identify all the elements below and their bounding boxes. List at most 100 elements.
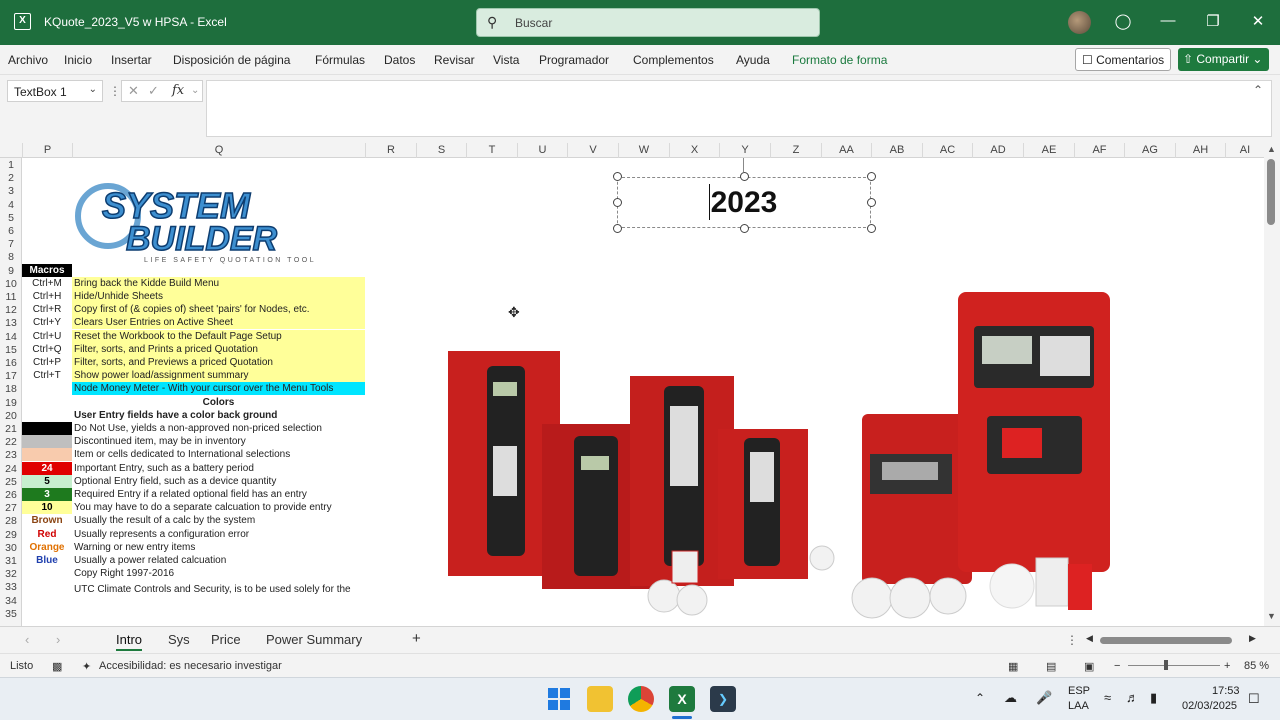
vertical-scroll-thumb[interactable] bbox=[1267, 159, 1275, 225]
accessibility-icon[interactable]: ✦ bbox=[82, 660, 91, 673]
column-header[interactable]: U bbox=[517, 143, 567, 158]
enter-icon[interactable]: ✓ bbox=[148, 83, 159, 99]
chevron-up-icon[interactable]: ⌃ bbox=[975, 691, 985, 705]
column-header[interactable]: Y bbox=[719, 143, 770, 158]
user-avatar[interactable] bbox=[1068, 11, 1091, 34]
row-header[interactable]: 32 bbox=[0, 568, 21, 580]
row-header[interactable]: 17 bbox=[0, 370, 21, 382]
macro-shortcut[interactable]: Ctrl+U bbox=[22, 330, 72, 343]
row-header[interactable]: 3 bbox=[0, 185, 21, 197]
color-legend-description[interactable]: Optional Entry field, such as a device q… bbox=[72, 475, 365, 488]
formula-input[interactable]: ⌃ bbox=[206, 80, 1272, 137]
column-header[interactable]: AI bbox=[1225, 143, 1264, 158]
file-explorer-icon[interactable] bbox=[587, 686, 613, 712]
wifi-icon[interactable]: ≈ bbox=[1104, 690, 1111, 705]
excel-taskbar-icon[interactable]: X bbox=[669, 686, 695, 712]
row-header[interactable]: 35 bbox=[0, 608, 21, 620]
colors-header[interactable]: Colors bbox=[72, 396, 365, 409]
cell-mode-icon[interactable]: ▩ bbox=[52, 660, 62, 673]
row-header[interactable]: 15 bbox=[0, 344, 21, 356]
page-layout-icon[interactable]: ▤ bbox=[1046, 660, 1056, 673]
start-icon[interactable] bbox=[546, 686, 572, 712]
chevron-down-icon[interactable]: ⌄ bbox=[89, 84, 97, 95]
column-header[interactable]: P bbox=[22, 143, 72, 158]
row-header[interactable]: 11 bbox=[0, 291, 21, 303]
color-swatch[interactable] bbox=[22, 435, 72, 449]
color-legend-description[interactable]: Required Entry if a related optional fie… bbox=[72, 488, 365, 501]
row-header[interactable]: 28 bbox=[0, 515, 21, 527]
color-swatch[interactable]: 10 bbox=[22, 501, 72, 515]
resize-handle[interactable] bbox=[740, 172, 749, 181]
color-swatch[interactable]: Brown bbox=[22, 514, 72, 528]
comments-button[interactable]: ☐ Comentarios bbox=[1075, 48, 1171, 71]
column-header[interactable]: AH bbox=[1175, 143, 1225, 158]
column-header[interactable]: R bbox=[365, 143, 416, 158]
select-all-corner[interactable] bbox=[0, 143, 22, 158]
zoom-slider-thumb[interactable] bbox=[1164, 660, 1168, 670]
zoom-in-icon[interactable]: + bbox=[1224, 660, 1230, 672]
column-header[interactable]: AD bbox=[972, 143, 1023, 158]
color-legend-description[interactable]: Discontinued item, may be in inventory bbox=[72, 435, 365, 448]
macro-shortcut[interactable]: Ctrl+R bbox=[22, 303, 72, 316]
row-header[interactable]: 30 bbox=[0, 542, 21, 554]
macro-shortcut[interactable]: Ctrl+Y bbox=[22, 316, 72, 329]
minimize-icon[interactable]: — bbox=[1158, 12, 1178, 29]
row-header[interactable]: 16 bbox=[0, 357, 21, 369]
tab-vista[interactable]: Vista bbox=[493, 53, 519, 67]
column-header[interactable]: S bbox=[416, 143, 466, 158]
row-header[interactable]: 31 bbox=[0, 555, 21, 567]
color-legend-description[interactable]: You may have to do a separate calcuation… bbox=[72, 501, 365, 514]
column-header[interactable]: AF bbox=[1074, 143, 1124, 158]
column-header[interactable]: AC bbox=[922, 143, 972, 158]
volume-icon[interactable]: ♬ bbox=[1126, 690, 1139, 705]
normal-view-icon[interactable]: ▦ bbox=[1008, 660, 1018, 673]
scroll-right-icon[interactable]: ▶ bbox=[1249, 633, 1256, 644]
tab-formulas[interactable]: Fórmulas bbox=[315, 53, 365, 67]
column-header[interactable]: T bbox=[466, 143, 517, 158]
color-legend-description[interactable]: Usually the result of a calc by the syst… bbox=[72, 514, 365, 527]
horizontal-scroll-thumb[interactable] bbox=[1100, 637, 1232, 644]
scroll-up-icon[interactable]: ▲ bbox=[1267, 144, 1276, 154]
zoom-out-icon[interactable]: − bbox=[1114, 660, 1120, 672]
row-header[interactable]: 20 bbox=[0, 410, 21, 422]
color-legend-description[interactable]: Usually represents a configuration error bbox=[72, 528, 365, 541]
page-break-icon[interactable]: ▣ bbox=[1084, 660, 1094, 673]
row-header[interactable]: 13 bbox=[0, 317, 21, 329]
node-money-meter[interactable]: Node Money Meter - With your cursor over… bbox=[72, 382, 365, 396]
row-header[interactable]: 22 bbox=[0, 436, 21, 448]
fx-icon[interactable]: fx bbox=[172, 83, 184, 98]
row-header[interactable]: 5 bbox=[0, 212, 21, 224]
resize-handle[interactable] bbox=[613, 198, 622, 207]
row-header[interactable]: 29 bbox=[0, 529, 21, 541]
battery-icon[interactable]: ▮ bbox=[1150, 690, 1157, 706]
color-swatch[interactable] bbox=[22, 422, 72, 435]
color-legend-description[interactable]: Do Not Use, yields a non-approved non-pr… bbox=[72, 422, 365, 435]
color-swatch[interactable]: Red bbox=[22, 527, 72, 541]
macro-shortcut[interactable]: Ctrl+M bbox=[22, 277, 72, 290]
row-header[interactable]: 18 bbox=[0, 383, 21, 395]
tab-sys[interactable]: Sys bbox=[168, 632, 190, 647]
tab-complementos[interactable]: Complementos bbox=[633, 53, 714, 67]
row-header[interactable]: 10 bbox=[0, 278, 21, 290]
row-header[interactable]: 1 bbox=[0, 159, 21, 171]
prev-sheet-icon[interactable]: ‹ bbox=[25, 632, 29, 647]
row-header[interactable]: 34 bbox=[0, 595, 21, 607]
row-header[interactable]: 8 bbox=[0, 251, 21, 263]
color-swatch[interactable]: Orange bbox=[22, 540, 72, 554]
column-header[interactable]: AG bbox=[1124, 143, 1175, 158]
clock-date[interactable]: 02/03/2025 bbox=[1182, 700, 1237, 712]
worksheet-grid[interactable]: SYSTEM BUILDER LIFE SAFETY QUOTATION TOO… bbox=[22, 158, 1264, 626]
clock-time[interactable]: 17:53 bbox=[1212, 685, 1240, 697]
column-header[interactable]: AB bbox=[871, 143, 922, 158]
macros-header[interactable]: Macros bbox=[22, 263, 72, 277]
resize-handle[interactable] bbox=[740, 224, 749, 233]
language-code[interactable]: ESP bbox=[1068, 685, 1090, 697]
resize-handle[interactable] bbox=[613, 172, 622, 181]
fx-chevron-icon[interactable]: ⌄ bbox=[191, 85, 199, 96]
tab-disposicion[interactable]: Disposición de página bbox=[173, 53, 290, 67]
zoom-slider-track[interactable] bbox=[1128, 665, 1220, 666]
utc-notice[interactable]: UTC Climate Controls and Security, is to… bbox=[72, 583, 365, 596]
tab-inicio[interactable]: Inicio bbox=[64, 53, 92, 67]
row-header[interactable]: 24 bbox=[0, 463, 21, 475]
row-header[interactable]: 27 bbox=[0, 502, 21, 514]
